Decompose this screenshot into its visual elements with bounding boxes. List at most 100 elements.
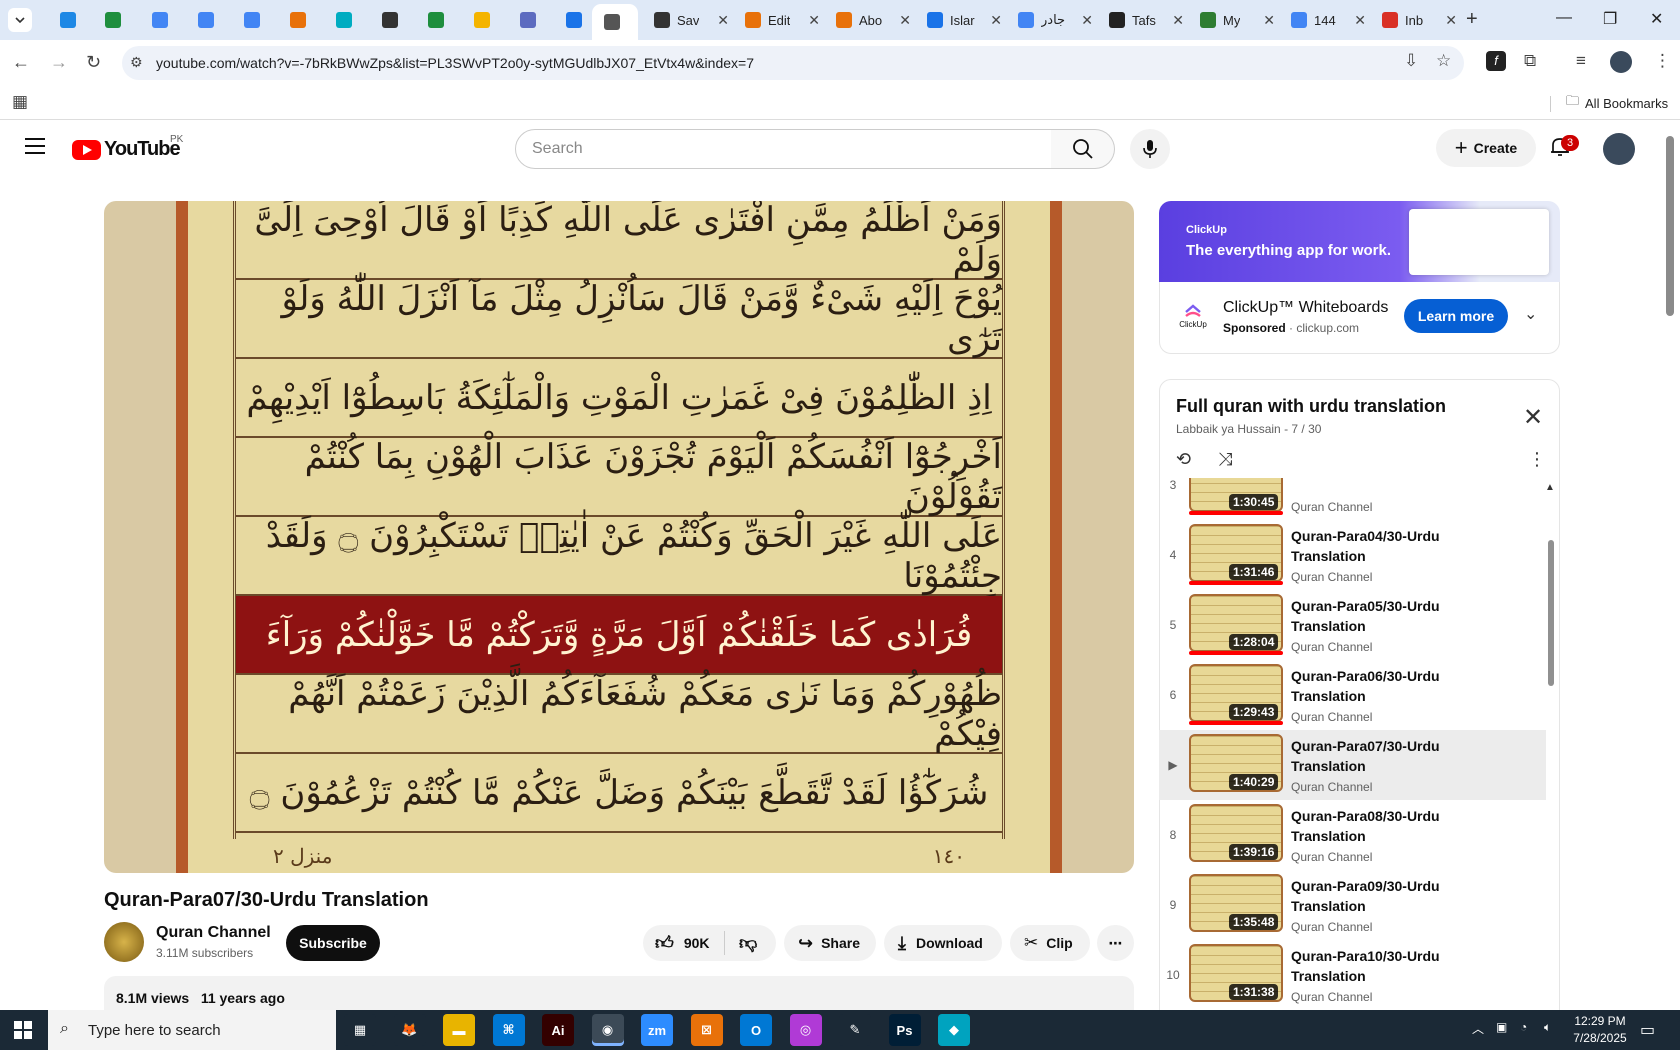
youtube-logo[interactable]: YouTube xyxy=(72,138,181,161)
browser-menu-icon[interactable]: ⋮ xyxy=(1654,51,1671,71)
browser-tab[interactable] xyxy=(554,6,594,34)
system-clock[interactable]: 12:29 PM 7/28/2025 xyxy=(1568,1013,1632,1047)
forward-button[interactable]: → xyxy=(50,52,68,73)
search-input[interactable]: Search xyxy=(515,129,1052,169)
reload-button[interactable]: ↻ xyxy=(86,52,101,73)
chrome-icon[interactable]: ◉ xyxy=(591,1014,624,1046)
browser-tab[interactable] xyxy=(232,6,272,34)
browser-tab[interactable]: جادر ✕ xyxy=(1006,6,1093,34)
browser-tab[interactable]: Tafs ✕ xyxy=(1097,6,1184,34)
firefox-icon[interactable]: 🦊 xyxy=(393,1014,426,1046)
profile-avatar[interactable] xyxy=(1610,51,1632,73)
media-control-icon[interactable]: ≡ xyxy=(1576,51,1586,71)
playlist-title[interactable]: Full quran with urdu translation xyxy=(1176,396,1446,417)
start-button[interactable] xyxy=(14,1021,32,1039)
playlist-item[interactable]: 10 1:31:38 Quran-Para10/30-Urdu Translatio… xyxy=(1159,940,1546,1010)
browser-tab[interactable] xyxy=(324,6,364,34)
playlist-scroll-up-icon[interactable]: ▲ xyxy=(1545,482,1555,493)
site-info-icon[interactable]: ⚙ xyxy=(130,54,143,71)
loop-playlist-icon[interactable]: ⟲ xyxy=(1176,449,1191,470)
file-explorer-icon[interactable]: ▬ xyxy=(443,1014,475,1046)
tab-close-icon[interactable]: ✕ xyxy=(895,12,911,29)
install-app-icon[interactable]: ⇩ xyxy=(1404,51,1418,71)
tray-network-icon[interactable]: ▣ xyxy=(1496,1020,1507,1034)
playlist-item[interactable]: 4 1:31:46 Quran-Para04/30-Urdu Translation… xyxy=(1159,520,1546,590)
tab-close-icon[interactable]: ✕ xyxy=(1077,12,1093,29)
notification-center-icon[interactable]: ▭ xyxy=(1640,1020,1655,1040)
browser-tab[interactable] xyxy=(508,6,548,34)
playlist-more-icon[interactable]: ⋮ xyxy=(1528,449,1546,470)
tab-close-icon[interactable]: ✕ xyxy=(1259,12,1275,29)
page-scrollbar[interactable] xyxy=(1666,136,1674,316)
more-actions-button[interactable]: ⋯ xyxy=(1097,925,1134,961)
pen-tool-icon[interactable]: ✎ xyxy=(839,1014,871,1046)
browser-tab[interactable]: Islar ✕ xyxy=(915,6,1002,34)
browser-tab[interactable]: Edit ✕ xyxy=(733,6,820,34)
tab-close-icon[interactable]: ✕ xyxy=(986,12,1002,29)
clickup-logo[interactable]: ClickUp xyxy=(1177,302,1209,334)
subscribe-button[interactable]: Subscribe xyxy=(286,925,380,961)
playlist-item[interactable]: 6 1:29:43 Quran-Para06/30-Urdu Translation… xyxy=(1159,660,1546,730)
new-tab-button[interactable]: + xyxy=(1466,8,1478,31)
channel-avatar[interactable] xyxy=(104,922,144,962)
back-button[interactable]: ← xyxy=(12,52,30,73)
browser-tab[interactable] xyxy=(140,6,180,34)
close-playlist-icon[interactable]: ✕ xyxy=(1523,403,1543,432)
guide-menu-button[interactable] xyxy=(25,138,45,159)
account-avatar[interactable] xyxy=(1603,133,1635,165)
like-button[interactable]: 👍︎ 90K xyxy=(643,931,725,955)
bookmark-star-icon[interactable]: ☆ xyxy=(1436,51,1451,71)
photoshop-icon[interactable]: Ps xyxy=(888,1014,921,1046)
taskbar-search-input[interactable]: Type here to search xyxy=(48,1010,336,1050)
download-button[interactable]: ⤓ Download xyxy=(884,925,1002,961)
playlist-item[interactable]: 31:30:45TranslationQuran Channel xyxy=(1159,478,1546,520)
extensions-puzzle-icon[interactable]: ⧉ xyxy=(1524,51,1536,71)
illustrator-icon[interactable]: Ai xyxy=(542,1014,574,1046)
task-view-icon[interactable]: ▦ xyxy=(344,1014,376,1046)
vscode-icon[interactable]: ⌘ xyxy=(492,1014,525,1046)
apps-grid-icon[interactable]: ▦ xyxy=(12,92,28,112)
browser-tab[interactable] xyxy=(48,6,88,34)
voice-search-button[interactable] xyxy=(1130,129,1170,169)
tab-close-icon[interactable]: ✕ xyxy=(804,12,820,29)
playlist-item[interactable]: 5 1:28:04 Quran-Para05/30-Urdu Translation… xyxy=(1159,590,1546,660)
browser-tab[interactable] xyxy=(462,6,502,34)
tray-chevron-icon[interactable]: ︿ xyxy=(1472,1020,1484,1037)
search-button[interactable] xyxy=(1051,129,1115,169)
clip-button[interactable]: ✂ Clip xyxy=(1010,925,1090,961)
tray-volume-icon[interactable]: 🔈︎ xyxy=(1544,1020,1551,1035)
browser-tab[interactable] xyxy=(93,6,133,34)
restore-button[interactable]: ❐ xyxy=(1603,9,1617,29)
zoom-icon[interactable]: zm xyxy=(641,1014,673,1046)
outlook-icon[interactable]: O xyxy=(740,1014,772,1046)
all-bookmarks-button[interactable]: 🗀 All Bookmarks xyxy=(1566,92,1668,114)
learn-more-button[interactable]: Learn more xyxy=(1404,299,1508,333)
tray-wifi-icon[interactable]: ◔ xyxy=(1520,1020,1527,1034)
browser-tab[interactable] xyxy=(592,4,638,40)
tab-close-icon[interactable]: ✕ xyxy=(1441,12,1457,29)
tab-close-icon[interactable]: ✕ xyxy=(1350,12,1366,29)
playlist-owner[interactable]: Labbaik ya Hussain xyxy=(1176,422,1281,436)
browser-tab[interactable] xyxy=(416,6,456,34)
dislike-button[interactable]: 👎︎ xyxy=(725,932,757,954)
tab-search-button[interactable] xyxy=(8,8,32,32)
playlist-item[interactable]: 9 1:35:48 Quran-Para09/30-Urdu Translation… xyxy=(1159,870,1546,940)
browser-tab[interactable]: 144 ✕ xyxy=(1279,6,1366,34)
browser-tab[interactable] xyxy=(278,6,318,34)
browser-tab[interactable] xyxy=(186,6,226,34)
browser-tab[interactable]: My ✕ xyxy=(1188,6,1275,34)
create-button[interactable]: + Create xyxy=(1436,129,1536,167)
ad-expand-chevron-icon[interactable]: ⌄ xyxy=(1524,304,1537,324)
playlist-item[interactable]: ▶ 1:40:29 Quran-Para07/30-Urdu Translation… xyxy=(1159,730,1546,800)
video-player[interactable]: وَمَنْ اَظْلَمُ مِمَّنِ افْتَرٰى عَلَى ا… xyxy=(104,201,1134,873)
playlist-scrollbar[interactable] xyxy=(1548,540,1554,686)
share-button[interactable]: ↪ Share xyxy=(784,925,876,961)
shuffle-icon[interactable]: ⤨ xyxy=(1218,449,1232,470)
channel-name[interactable]: Quran Channel xyxy=(156,924,271,942)
minimize-button[interactable]: — xyxy=(1556,9,1572,27)
browser-tab[interactable]: Abo ✕ xyxy=(824,6,911,34)
app-icon[interactable]: ◆ xyxy=(938,1014,970,1046)
extension-icon[interactable]: f xyxy=(1486,51,1506,71)
browser-tab[interactable] xyxy=(370,6,410,34)
ad-title[interactable]: ClickUp™ Whiteboards xyxy=(1223,299,1388,317)
